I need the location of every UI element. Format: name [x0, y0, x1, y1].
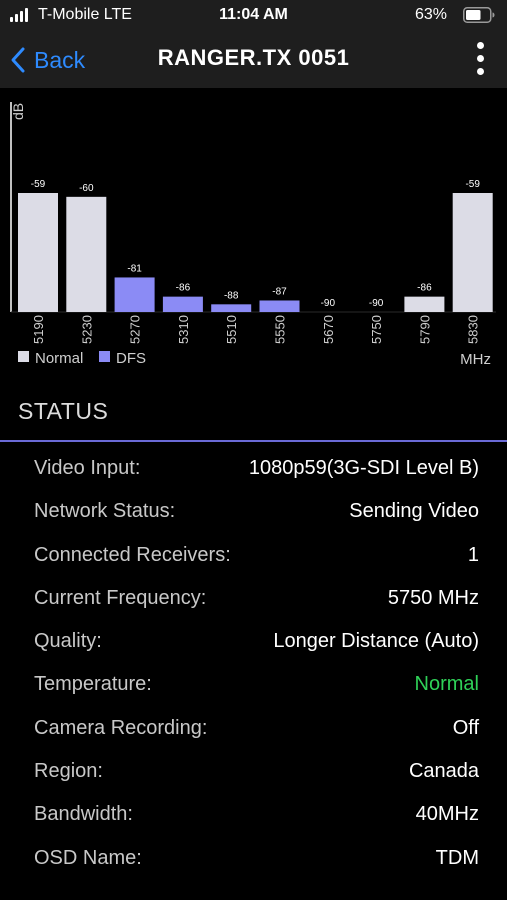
- status-divider: [0, 440, 507, 442]
- status-row: Quality: Longer Distance (Auto): [0, 621, 507, 664]
- chart-value-label: -59: [31, 179, 46, 190]
- status-row-value: Off: [452, 716, 479, 739]
- chart-tick-label: 5750: [369, 315, 384, 344]
- chart-value-label: -86: [176, 283, 191, 294]
- status-row-label: Camera Recording:: [34, 716, 208, 739]
- chart-bar: [162, 296, 203, 312]
- status-row: Camera Recording: Off: [0, 708, 507, 751]
- status-row-label: Region:: [34, 760, 103, 783]
- status-list: Video Input: 1080p59(3G-SDI Level B) Netwo…: [0, 448, 507, 881]
- status-row-value: Longer Distance (Auto): [273, 630, 479, 653]
- status-row: Temperature: Normal: [0, 664, 507, 707]
- chart-value-label: -90: [321, 298, 336, 309]
- chart-tick-label: 5670: [321, 315, 336, 344]
- chart-bar: [404, 296, 445, 312]
- status-row: Current Frequency: 5750 MHz: [0, 578, 507, 621]
- chart-bar: [259, 300, 300, 312]
- status-row-label: OSD Name:: [34, 846, 142, 869]
- legend-label-dfs: DFS: [116, 350, 146, 367]
- chart-tick-label: 5230: [79, 315, 94, 344]
- chart-value-label: -60: [79, 183, 94, 194]
- x-axis-label: MHz: [460, 351, 491, 368]
- page-title: RANGER.TX 0051: [157, 45, 350, 70]
- navigation-bar: Back RANGER.TX 0051: [0, 32, 507, 88]
- status-row-value: Sending Video: [349, 500, 479, 523]
- chart-value-label: -87: [272, 286, 287, 297]
- status-row-label: Temperature:: [34, 673, 152, 696]
- chart-bar: [211, 304, 252, 312]
- battery-icon: [463, 7, 495, 23]
- chart-legend: Normal DFS: [18, 350, 146, 367]
- status-row-label: Bandwidth:: [34, 803, 133, 826]
- chart-tick-label: 5830: [466, 315, 481, 344]
- chart-tick-label: 5510: [224, 315, 239, 344]
- status-row-label: Connected Receivers:: [34, 543, 231, 566]
- status-row-label: Quality:: [34, 630, 102, 653]
- chart-bar: [452, 193, 493, 312]
- status-row-value: 5750 MHz: [387, 586, 479, 609]
- channel-chart: dB -59 5190 -60 5230 -81 5270 -86 5310 -88 5510 -8…: [6, 94, 500, 371]
- chart-tick-label: 5190: [31, 315, 46, 344]
- chart-bar: [66, 196, 107, 312]
- chart-tick-label: 5310: [176, 315, 191, 344]
- status-row-value: Canada: [408, 760, 479, 783]
- chart-tick-label: 5550: [273, 315, 288, 344]
- battery-percent: 63%: [414, 6, 447, 23]
- status-bar: T-Mobile LTE 11:04 AM 63%: [0, 0, 507, 32]
- status-row-value: 1: [467, 543, 479, 566]
- chart-bar: [18, 193, 58, 312]
- chart-bar: [114, 277, 155, 312]
- status-row-value: TDM: [435, 846, 479, 869]
- status-row: Connected Receivers: 1: [0, 535, 507, 578]
- channel-chart-svg: dB -59 5190 -60 5230 -81 5270 -86 5310 -88 5510 -8…: [6, 94, 500, 371]
- status-row-label: Network Status:: [34, 500, 176, 523]
- more-options-icon[interactable]: [471, 38, 491, 80]
- status-row-value: Normal: [414, 673, 479, 696]
- y-axis-label: dB: [10, 103, 26, 120]
- chart-tick-label: 5790: [417, 315, 432, 344]
- status-row: OSD Name: TDM: [0, 838, 507, 881]
- chart-value-label: -90: [369, 298, 384, 309]
- status-row-label: Video Input:: [34, 457, 141, 479]
- status-row: Video Input: 1080p59(3G-SDI Level B): [0, 448, 507, 491]
- status-row: Region: Canada: [0, 751, 507, 794]
- legend-swatch-dfs: [99, 351, 110, 362]
- legend-label-normal: Normal: [35, 350, 83, 367]
- chart-tick-label: 5270: [128, 315, 143, 344]
- chart-value-label: -59: [465, 179, 480, 190]
- chart-value-label: -81: [127, 263, 142, 274]
- status-row: Network Status: Sending Video: [0, 491, 507, 534]
- chart-value-label: -86: [417, 283, 432, 294]
- status-heading: STATUS: [18, 398, 109, 424]
- status-row-label: Current Frequency:: [34, 586, 207, 609]
- status-row: Bandwidth: 40MHz: [0, 794, 507, 837]
- status-row-value: 40MHz: [415, 803, 479, 826]
- status-row-value: 1080p59(3G-SDI Level B): [248, 457, 479, 479]
- legend-swatch-normal: [18, 351, 29, 362]
- chart-value-label: -88: [224, 290, 239, 301]
